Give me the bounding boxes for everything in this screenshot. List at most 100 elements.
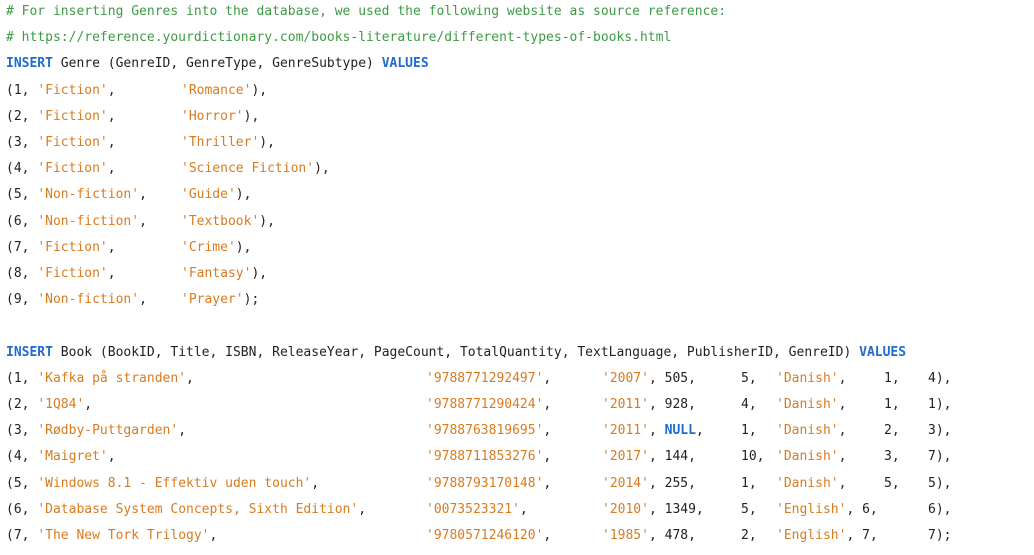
code-text: (2, — [6, 397, 38, 412]
string-literal: 'Romance' — [181, 82, 252, 98]
code-text: ), — [243, 108, 260, 124]
string-literal: '1985' — [602, 528, 649, 543]
code-text: , — [543, 449, 552, 465]
code-text: 7); — [928, 528, 952, 543]
code-text: Book (BookID, Title, ISBN, ReleaseYear, … — [52, 344, 860, 360]
code-text: , — [107, 135, 116, 150]
code-text: ), — [259, 135, 275, 150]
code-text: , — [543, 397, 552, 412]
code-text: , 1349, — [648, 501, 704, 517]
code-text: ); — [243, 292, 260, 308]
code-text: ), — [251, 82, 268, 98]
string-literal: 'Non-fiction' — [37, 292, 140, 308]
code-line: INSERT Book (BookID, Title, ISBN, Releas… — [6, 342, 1030, 364]
string-literal: 'Fiction' — [37, 266, 108, 281]
code-text: , 7, — [846, 528, 878, 543]
code-text: , 928, — [648, 397, 696, 412]
string-literal: 'Horror' — [181, 108, 244, 124]
code-text: (6, — [6, 213, 38, 229]
code-text: , — [838, 370, 847, 386]
code-text: , — [543, 528, 552, 543]
code-text: (8, — [6, 266, 38, 281]
string-literal: '9788711853276' — [426, 449, 544, 465]
sql-keyword: INSERT — [6, 344, 53, 360]
code-text: 7), — [928, 449, 952, 465]
code-line: (4, 'Fiction', 'Science Fiction'), — [6, 158, 1030, 180]
string-literal: '2014' — [602, 475, 649, 491]
code-text: 3, — [884, 449, 900, 465]
code-text: Genre (GenreID, GenreType, GenreSubtype) — [52, 56, 382, 72]
code-text: (9, — [6, 292, 38, 308]
code-line: (8, 'Fiction', 'Fantasy'), — [6, 263, 1030, 285]
code-line: (3, 'Rødby-Puttgarden', '9788763819695', '… — [6, 420, 1030, 442]
string-literal: 'Crime' — [181, 239, 236, 255]
sql-keyword: NULL — [664, 423, 696, 439]
code-text: 5, — [741, 370, 757, 386]
string-literal: '9780571246120' — [426, 528, 544, 543]
code-line: (5, 'Windows 8.1 - Effektiv uden touch',… — [6, 473, 1030, 495]
string-literal: 'Danish' — [776, 370, 839, 386]
string-literal: 'Danish' — [776, 449, 839, 465]
code-text: , — [139, 292, 147, 308]
string-literal: '2010' — [602, 501, 649, 517]
string-literal: '9788771290424' — [426, 397, 544, 412]
string-literal: 'Fiction' — [37, 161, 108, 177]
code-text: , — [107, 108, 116, 124]
code-text: , — [543, 475, 552, 491]
code-line: (2, '1Q84', '9788771290424', '2011', 928, 4… — [6, 394, 1030, 416]
code-text: (5, — [6, 475, 38, 491]
string-literal: 'Database System Concepts, Sixth Edition… — [37, 501, 359, 517]
string-literal: 'Textbook' — [181, 213, 260, 229]
code-text: , — [695, 423, 704, 439]
code-text: , — [178, 423, 187, 439]
code-text: , — [139, 187, 147, 203]
string-literal: 'Fiction' — [37, 108, 108, 124]
code-text: , — [838, 423, 847, 439]
code-editor[interactable]: # For inserting Genres into the database… — [6, 0, 1030, 555]
code-text: , — [84, 397, 93, 412]
code-text: , — [838, 475, 847, 491]
code-line: # https://reference.yourdictionary.com/b… — [6, 27, 1030, 49]
code-text: , — [107, 239, 116, 255]
code-text: , — [838, 397, 847, 412]
code-text: 4, — [741, 397, 757, 412]
code-text: , — [107, 82, 116, 98]
string-literal: 'Science Fiction' — [181, 161, 315, 177]
string-literal: 'Fiction' — [37, 239, 108, 255]
code-line: (5, 'Non-fiction', 'Guide'), — [6, 184, 1030, 206]
code-text: , — [139, 213, 147, 229]
string-literal: 'Maigret' — [37, 449, 108, 465]
code-text: ), — [235, 239, 252, 255]
code-text: , — [358, 501, 367, 517]
code-text: , — [648, 423, 665, 439]
sql-keyword: VALUES — [381, 56, 429, 72]
string-literal: 'Windows 8.1 - Effektiv uden touch' — [37, 475, 312, 491]
code-text: , 255, — [648, 475, 696, 491]
sql-keyword: VALUES — [859, 344, 907, 360]
code-text: 5), — [928, 475, 952, 491]
code-text: (3, — [6, 423, 38, 439]
code-line: (7, 'The New Tork Trilogy', '978057124612… — [6, 525, 1030, 547]
code-text: , — [107, 161, 116, 177]
string-literal: 'Rødby-Puttgarden' — [37, 423, 179, 439]
code-text: 5, — [884, 475, 900, 491]
string-literal: 'Danish' — [776, 397, 839, 412]
code-text: , — [107, 266, 116, 281]
string-literal: '1Q84' — [37, 397, 85, 412]
code-line: (2, 'Fiction', 'Horror'), — [6, 106, 1030, 128]
string-literal: 'Non-fiction' — [37, 187, 140, 203]
string-literal: 'English' — [776, 501, 847, 517]
code-text: , — [543, 370, 552, 386]
code-text: , — [519, 501, 528, 517]
string-literal: 'Guide' — [181, 187, 236, 203]
string-literal: '9788771292497' — [426, 370, 544, 386]
code-text: (7, — [6, 239, 38, 255]
code-text: (2, — [6, 108, 38, 124]
code-text: , 505, — [648, 370, 696, 386]
code-text: 1, — [884, 370, 900, 386]
code-text: 1), — [928, 397, 952, 412]
code-text: , — [543, 423, 552, 439]
code-text: ), — [259, 213, 275, 229]
code-text: , 6, — [846, 501, 878, 517]
